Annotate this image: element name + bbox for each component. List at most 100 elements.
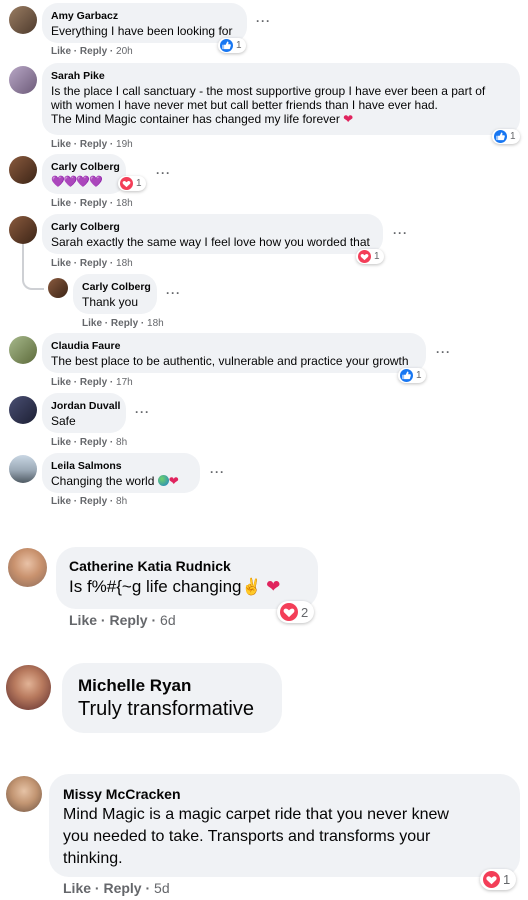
timestamp[interactable]: 6d [160, 612, 176, 628]
reply-link[interactable]: Reply [80, 139, 107, 150]
reaction-number: 1 [236, 40, 242, 51]
author-name[interactable]: Missy McCracken [63, 786, 506, 802]
more-options-icon[interactable]: ··· [256, 14, 271, 28]
author-name[interactable]: Jordan Duvall [51, 400, 120, 412]
author-name[interactable]: Carly Colberg [51, 161, 120, 173]
comment-text-line: Is the place I call sanctuary - the most… [51, 84, 486, 98]
author-name[interactable]: Amy Garbacz [51, 10, 238, 22]
timestamp[interactable]: 19h [116, 139, 133, 150]
rock-on-hand-icon: ✌ [241, 579, 262, 596]
comment-text: Everything I have been looking for [51, 24, 233, 38]
reply-link[interactable]: Reply [109, 612, 147, 628]
reaction-number: 1 [374, 251, 380, 262]
avatar[interactable] [9, 336, 37, 364]
comment-text: Thank you [82, 295, 139, 309]
thumbs-up-icon [220, 39, 233, 52]
reply-link[interactable]: Reply [80, 496, 107, 507]
comment-actions: Like · Reply · 18h [51, 198, 133, 209]
reply-link[interactable]: Reply [103, 880, 141, 896]
comment-actions: Like · Reply · 19h [51, 139, 133, 150]
author-name[interactable]: Michelle Ryan [78, 676, 266, 696]
timestamp[interactable]: 8h [116, 496, 127, 507]
avatar[interactable] [6, 665, 51, 710]
timestamp[interactable]: 8h [116, 437, 127, 448]
author-name[interactable]: Carly Colberg [51, 221, 374, 233]
avatar[interactable] [9, 396, 37, 424]
like-link[interactable]: Like [51, 496, 71, 507]
reply-link[interactable]: Reply [80, 198, 107, 209]
comment-actions: Like · Reply · 8h [51, 437, 128, 448]
timestamp[interactable]: 18h [116, 198, 133, 209]
avatar[interactable] [48, 278, 68, 298]
avatar[interactable] [9, 455, 37, 483]
comment-text-line: Mind Magic is a magic carpet ride that y… [63, 806, 449, 823]
avatar[interactable] [9, 156, 37, 184]
more-options-icon[interactable]: ··· [210, 465, 225, 479]
comment-bubble: Carly Colberg 💜💜💜💜 [42, 154, 126, 194]
more-options-icon[interactable]: ··· [166, 286, 181, 300]
comment-text: Is f%#{~g life changing✌ ❤ [69, 577, 281, 596]
reply-link[interactable]: Reply [111, 318, 138, 329]
comment-bubble: Claudia Faure The best place to be authe… [42, 333, 426, 373]
more-options-icon[interactable]: ··· [135, 405, 150, 419]
reaction-count[interactable]: 2 [277, 601, 315, 623]
reply-link[interactable]: Reply [80, 46, 107, 57]
more-options-icon[interactable]: ··· [156, 166, 171, 180]
author-name[interactable]: Catherine Katia Rudnick [69, 558, 305, 574]
comment-bubble: Catherine Katia Rudnick Is f%#{~g life c… [56, 547, 318, 609]
comment-text-line: The Mind Magic container has changed my … [51, 112, 354, 126]
timestamp[interactable]: 20h [116, 46, 133, 57]
more-options-icon[interactable]: ··· [393, 226, 408, 240]
avatar[interactable] [9, 6, 37, 34]
comment-text: Safe [51, 414, 76, 428]
comment-actions: Like · Reply · 18h [51, 258, 133, 269]
like-link[interactable]: Like [51, 46, 71, 57]
reaction-count[interactable]: 1 [218, 38, 246, 53]
avatar[interactable] [8, 548, 47, 587]
author-name[interactable]: Carly Colberg [82, 281, 151, 293]
like-link[interactable]: Like [51, 437, 71, 448]
reaction-number: 1 [510, 131, 516, 142]
comment-text: 💜💜💜💜 [51, 176, 103, 188]
more-options-icon[interactable]: ··· [436, 345, 451, 359]
reaction-count[interactable]: 1 [356, 249, 384, 264]
comment-actions: Like · Reply · 17h [51, 377, 133, 388]
reaction-count[interactable]: 1 [480, 869, 517, 890]
comment-bubble: Missy McCracken Mind Magic is a magic ca… [49, 774, 520, 877]
like-link[interactable]: Like [51, 198, 71, 209]
timestamp[interactable]: 17h [116, 377, 133, 388]
comment-bubble: Carly Colberg Sarah exactly the same way… [42, 214, 383, 254]
reply-link[interactable]: Reply [80, 377, 107, 388]
comment-bubble: Jordan Duvall Safe [42, 393, 126, 433]
reaction-count[interactable]: 1 [118, 176, 146, 191]
like-link[interactable]: Like [51, 377, 71, 388]
comment-bubble: Amy Garbacz Everything I have been looki… [42, 3, 247, 43]
author-name[interactable]: Leila Salmons [51, 460, 191, 472]
globe-icon [157, 475, 169, 486]
reply-thread-connector [22, 244, 44, 290]
like-link[interactable]: Like [51, 139, 71, 150]
reaction-count[interactable]: 1 [398, 368, 426, 383]
like-link[interactable]: Like [63, 880, 91, 896]
thumbs-up-icon [494, 130, 507, 143]
reply-link[interactable]: Reply [80, 258, 107, 269]
reply-link[interactable]: Reply [80, 437, 107, 448]
timestamp[interactable]: 5d [154, 880, 170, 896]
comment-text-line: thinking. [63, 850, 123, 867]
like-link[interactable]: Like [82, 318, 102, 329]
heart-icon: ❤ [266, 577, 281, 596]
avatar[interactable] [9, 216, 37, 244]
avatar[interactable] [9, 66, 37, 94]
like-link[interactable]: Like [51, 258, 71, 269]
timestamp[interactable]: 18h [116, 258, 133, 269]
reaction-count[interactable]: 1 [492, 129, 520, 144]
comment-text: Truly transformative [78, 698, 254, 720]
timestamp[interactable]: 18h [147, 318, 164, 329]
author-name[interactable]: Sarah Pike [51, 70, 511, 82]
reaction-number: 1 [416, 370, 422, 381]
author-name[interactable]: Claudia Faure [51, 340, 417, 352]
comment-bubble: Leila Salmons Changing the world ❤ [42, 453, 200, 493]
avatar[interactable] [6, 776, 42, 812]
like-link[interactable]: Like [69, 612, 97, 628]
reaction-number: 1 [503, 872, 511, 887]
